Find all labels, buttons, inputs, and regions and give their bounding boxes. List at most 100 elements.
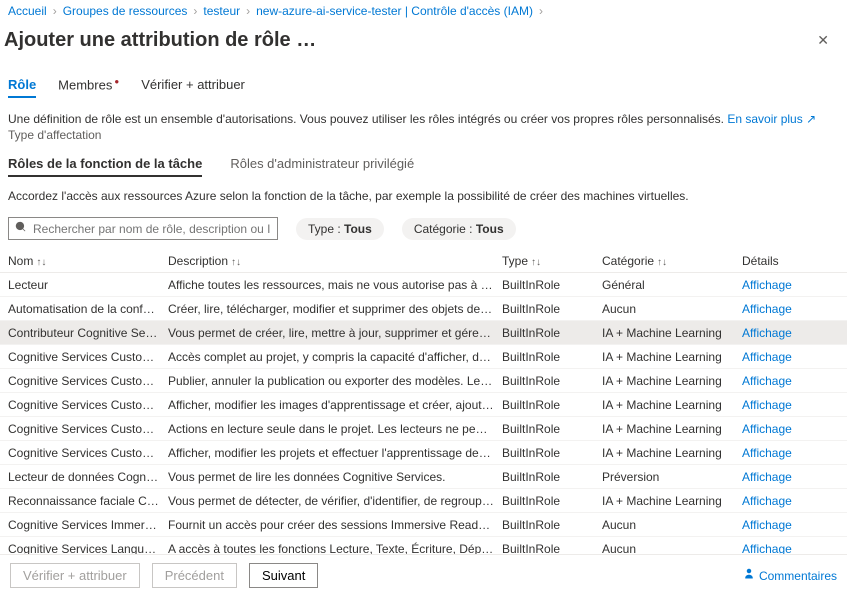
cell-category: IA + Machine Learning	[602, 326, 742, 340]
table-row[interactable]: Cognitive Services Immersive…Fournit un …	[0, 513, 847, 537]
table-row[interactable]: Contributeur Cognitive ServicesVous perm…	[0, 321, 847, 345]
chevron-right-icon: ›	[53, 4, 57, 18]
wizard-footer: Vérifier + attribuer Précédent Suivant C…	[0, 554, 847, 596]
view-link[interactable]: Affichage	[742, 422, 792, 436]
cell-name: Cognitive Services Custom Vi…	[8, 422, 168, 436]
role-definition-text: Une définition de rôle est un ensemble d…	[8, 112, 839, 126]
role-type-tabs: Rôles de la fonction de la tâche Rôles d…	[0, 152, 847, 183]
cell-description: Vous permet de détecter, de vérifier, d'…	[168, 494, 502, 508]
cell-description: Actions en lecture seule dans le projet.…	[168, 422, 502, 436]
breadcrumb: Accueil › Groupes de ressources › testeur ›…	[0, 0, 847, 22]
close-icon[interactable]: ✕	[807, 26, 839, 55]
external-link-icon: ↗	[806, 112, 816, 126]
col-name[interactable]: Nom↑↓	[8, 254, 168, 268]
cell-category: Préversion	[602, 470, 742, 484]
chevron-right-icon: ›	[246, 4, 250, 18]
cell-description: Accès complet au projet, y compris la ca…	[168, 350, 502, 364]
review-assign-button: Vérifier + attribuer	[10, 563, 140, 588]
tab-members[interactable]: Membres●	[58, 77, 119, 98]
view-link[interactable]: Affichage	[742, 446, 792, 460]
search-input-wrapper[interactable]	[8, 217, 278, 240]
tab-review[interactable]: Vérifier + attribuer	[141, 77, 245, 98]
table-row[interactable]: Cognitive Services Custom Vi…Afficher, m…	[0, 393, 847, 417]
table-row[interactable]: Automatisation de la confor…Créer, lire,…	[0, 297, 847, 321]
cell-category: IA + Machine Learning	[602, 350, 742, 364]
col-description[interactable]: Description↑↓	[168, 254, 502, 268]
view-link[interactable]: Affichage	[742, 350, 792, 364]
cell-name: Cognitive Services Immersive…	[8, 518, 168, 532]
cell-category: IA + Machine Learning	[602, 446, 742, 460]
view-link[interactable]: Affichage	[742, 470, 792, 484]
sort-icon: ↑↓	[231, 257, 241, 268]
cell-type: BuiltInRole	[502, 422, 602, 436]
cell-description: Vous permet de créer, lire, mettre à jou…	[168, 326, 502, 340]
col-details: Détails	[742, 254, 832, 268]
crumb-home[interactable]: Accueil	[8, 4, 47, 18]
cell-category: Général	[602, 278, 742, 292]
col-type[interactable]: Type↑↓	[502, 254, 602, 268]
table-row[interactable]: Lecteur de données Cognitive…Vous permet…	[0, 465, 847, 489]
cell-type: BuiltInRole	[502, 518, 602, 532]
cell-name: Cognitive Services Custom Vi…	[8, 398, 168, 412]
view-link[interactable]: Affichage	[742, 398, 792, 412]
cell-description: Afficher, modifier les projets et effect…	[168, 446, 502, 460]
subtab-job-function[interactable]: Rôles de la fonction de la tâche	[8, 156, 202, 177]
crumb-rg[interactable]: Groupes de ressources	[63, 4, 188, 18]
col-category[interactable]: Catégorie↑↓	[602, 254, 742, 268]
feedback-link[interactable]: Commentaires	[743, 568, 837, 583]
cell-category: IA + Machine Learning	[602, 494, 742, 508]
learn-more-link[interactable]: En savoir plus ↗	[727, 112, 816, 126]
cell-type: BuiltInRole	[502, 278, 602, 292]
sort-icon: ↑↓	[36, 257, 46, 268]
crumb-iam[interactable]: new-azure-ai-service-tester | Contrôle d…	[256, 4, 533, 18]
roles-table: Nom↑↓ Description↑↓ Type↑↓ Catégorie↑↓ D…	[0, 250, 847, 561]
cell-name: Cognitive Services Custom Vi…	[8, 446, 168, 460]
search-icon	[15, 221, 27, 236]
filter-type-pill[interactable]: Type : Tous	[296, 218, 384, 240]
subtab-privileged-admin[interactable]: Rôles d'administrateur privilégié	[230, 156, 414, 177]
table-row[interactable]: Reconnaissance faciale Cogn…Vous permet …	[0, 489, 847, 513]
table-row[interactable]: Cognitive Services Custom Vi…Actions en …	[0, 417, 847, 441]
view-link[interactable]: Affichage	[742, 302, 792, 316]
chevron-right-icon: ›	[193, 4, 197, 18]
cell-name: Lecteur	[8, 278, 168, 292]
sort-icon: ↑↓	[657, 257, 667, 268]
cell-name: Lecteur de données Cognitive…	[8, 470, 168, 484]
cell-description: Vous permet de lire les données Cognitiv…	[168, 470, 502, 484]
view-link[interactable]: Affichage	[742, 494, 792, 508]
assignment-type-label: Type d'affectation	[8, 128, 839, 142]
tab-role[interactable]: Rôle	[8, 77, 36, 98]
next-button[interactable]: Suivant	[249, 563, 318, 588]
cell-category: IA + Machine Learning	[602, 374, 742, 388]
cell-description: Publier, annuler la publication ou expor…	[168, 374, 502, 388]
crumb-testeur[interactable]: testeur	[203, 4, 240, 18]
cell-type: BuiltInRole	[502, 374, 602, 388]
cell-name: Contributeur Cognitive Services	[8, 326, 168, 340]
cell-type: BuiltInRole	[502, 398, 602, 412]
more-icon[interactable]: …	[296, 29, 316, 51]
cell-type: BuiltInRole	[502, 326, 602, 340]
view-link[interactable]: Affichage	[742, 518, 792, 532]
cell-type: BuiltInRole	[502, 446, 602, 460]
view-link[interactable]: Affichage	[742, 326, 792, 340]
table-row[interactable]: Cognitive Services Custom Vi…Afficher, m…	[0, 441, 847, 465]
cell-category: IA + Machine Learning	[602, 398, 742, 412]
chevron-right-icon: ›	[539, 4, 543, 18]
previous-button: Précédent	[152, 563, 237, 588]
wizard-tabs: Rôle Membres● Vérifier + attribuer	[0, 63, 847, 104]
view-link[interactable]: Affichage	[742, 374, 792, 388]
table-row[interactable]: Cognitive Services Custom Vi…Accès compl…	[0, 345, 847, 369]
view-link[interactable]: Affichage	[742, 278, 792, 292]
table-row[interactable]: LecteurAffiche toutes les ressources, ma…	[0, 273, 847, 297]
cell-description: Afficher, modifier les images d'apprenti…	[168, 398, 502, 412]
cell-name: Automatisation de la confor…	[8, 302, 168, 316]
filter-category-pill[interactable]: Catégorie : Tous	[402, 218, 516, 240]
cell-description: Créer, lire, télécharger, modifier et su…	[168, 302, 502, 316]
search-input[interactable]	[33, 222, 271, 236]
cell-description: Fournit un accès pour créer des sessions…	[168, 518, 502, 532]
cell-type: BuiltInRole	[502, 302, 602, 316]
cell-category: Aucun	[602, 518, 742, 532]
cell-category: IA + Machine Learning	[602, 422, 742, 436]
table-row[interactable]: Cognitive Services Custom Vi…Publier, an…	[0, 369, 847, 393]
cell-description: Affiche toutes les ressources, mais ne v…	[168, 278, 502, 292]
